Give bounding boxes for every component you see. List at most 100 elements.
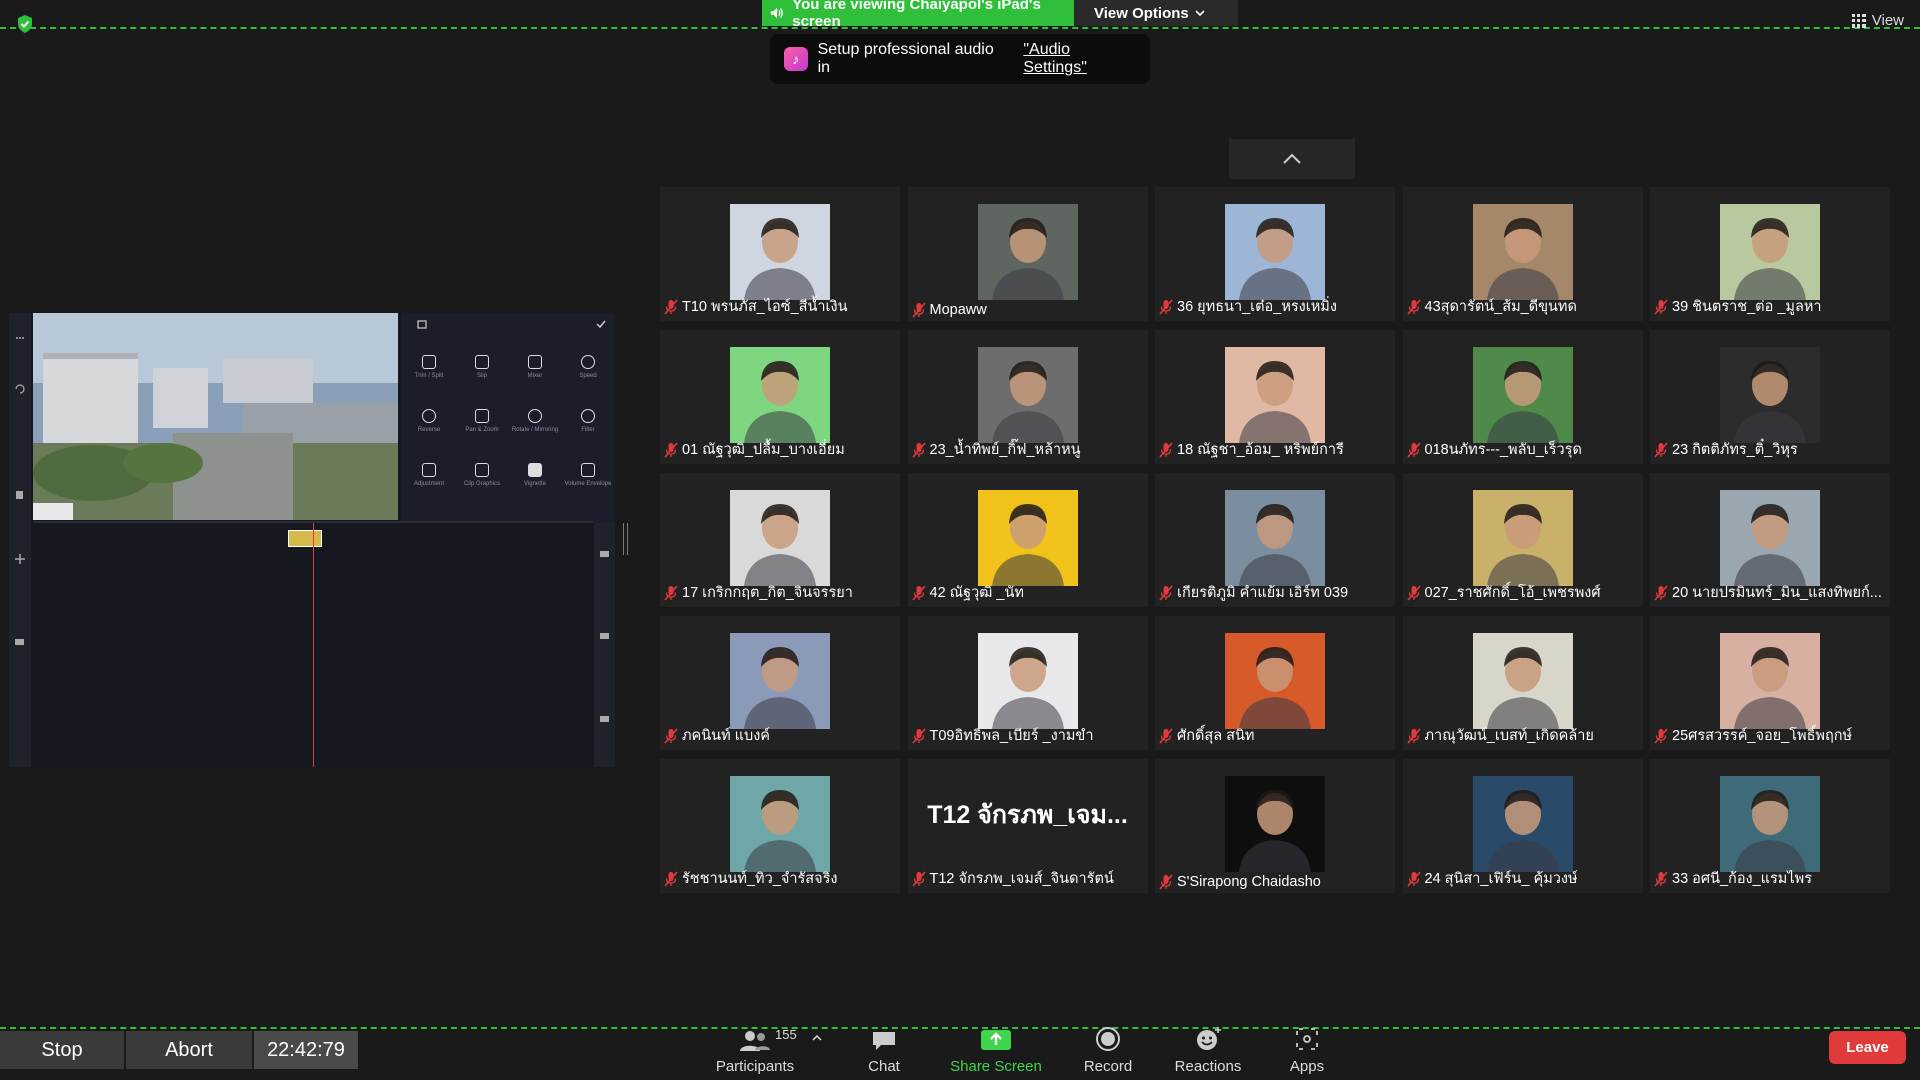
reactions-button[interactable]: Reactions	[1170, 1024, 1246, 1080]
apps-button[interactable]: Apps	[1285, 1024, 1329, 1080]
participant-video	[1472, 204, 1573, 300]
chat-label: Chat	[868, 1058, 900, 1075]
timeline-playhead[interactable]	[313, 523, 314, 767]
participant-tile[interactable]: รัชชานนท์_ทิว_จำรัสจริง	[660, 759, 900, 893]
participant-tile[interactable]: 39 ชินตราช_ต่อ _มูลหา	[1650, 187, 1890, 321]
participant-name-bar: 42 ณัฐวุฒิ _นัท	[911, 581, 1024, 604]
mic-muted-icon	[1159, 727, 1173, 744]
participant-tile[interactable]: S'Sirapong Chaidasho	[1155, 759, 1395, 893]
participants-count: 155	[775, 1027, 797, 1042]
shield-icon[interactable]	[16, 14, 34, 34]
participant-video	[730, 776, 830, 872]
share-resize-handle[interactable]	[623, 523, 628, 555]
participant-name-bar: ศักดิ์สุล สนิท	[1159, 724, 1254, 747]
participant-tile[interactable]: 18 ณัฐชา_อ้อม_ หริพย์การี	[1155, 330, 1395, 464]
mic-muted-icon	[1654, 584, 1668, 601]
mic-muted-icon	[1406, 727, 1421, 744]
participant-tile[interactable]: 20 นายปรมินทร์_มิน_แสงทิพยก์...	[1650, 473, 1890, 607]
viewing-banner: You are viewing Chaiyapol's iPad's scree…	[762, 0, 1074, 30]
participant-tile[interactable]: T12 จักรภพ_เจม... T12 จักรภพ_เจมส์_จินดาร…	[907, 759, 1148, 893]
chat-button[interactable]: Chat	[864, 1024, 904, 1080]
tool-mixer[interactable]: Mixer	[510, 355, 560, 379]
view-button[interactable]: View	[1851, 12, 1904, 29]
tool-adjustment[interactable]: Adjustment	[404, 463, 454, 487]
participant-name: S'Sirapong Chaidasho	[1177, 874, 1321, 890]
shared-screen: Trim / Split Slip Mixer Speed Reverse Pa…	[9, 313, 615, 767]
participant-name-bar: 027_ราชศักดิ์_โอ้_เพชรพงศ์	[1406, 581, 1601, 604]
tool-speed[interactable]: Speed	[563, 355, 613, 379]
participant-tile[interactable]: ภาณุวัฒน์_เบสท์_เกิดคล้าย	[1402, 616, 1643, 750]
participant-video	[1472, 633, 1573, 729]
participant-name-bar: ภคนินท์ แบงค์	[664, 724, 770, 747]
participant-tile[interactable]: 36 ยุทธนา_เต๋อ_หรงเหมิ่ง	[1155, 187, 1395, 321]
participant-tile[interactable]: 027_ราชศักดิ์_โอ้_เพชรพงศ์	[1402, 473, 1643, 607]
participant-tile[interactable]: 23_น้ำทิพย์_กิ๊ฟ_หล้าหนู	[907, 330, 1148, 464]
participant-name-bar: 39 ชินตราช_ต่อ _มูลหา	[1654, 295, 1822, 318]
participant-name: รัชชานนท์_ทิว_จำรัสจริง	[682, 871, 838, 887]
participant-tile[interactable]: 42 ณัฐวุฒิ _นัท	[907, 473, 1148, 607]
mic-muted-icon	[1406, 298, 1421, 315]
participant-name: 39 ชินตราช_ต่อ _มูลหา	[1672, 299, 1822, 315]
mic-muted-icon	[664, 441, 678, 458]
tool-volume-envelope[interactable]: Volume Envelope	[563, 463, 613, 487]
participant-tile[interactable]: 018นภัทร---_พลับ_เร็วรุด	[1402, 330, 1643, 464]
participant-video	[977, 633, 1078, 729]
participants-caret[interactable]	[812, 1030, 822, 1044]
gallery-scroll-up-button[interactable]	[1229, 139, 1355, 179]
participant-tile[interactable]: เกียรติภูมิ คำแย้ม เอิร์ท 039	[1155, 473, 1395, 607]
participant-tile[interactable]: 01 ณัฐวุฒิ_ปลื้ม_บางเอี่ยม	[660, 330, 900, 464]
tool-trim-split[interactable]: Trim / Split	[404, 355, 454, 379]
participant-tile[interactable]: ภคนินท์ แบงค์	[660, 616, 900, 750]
leave-button[interactable]: Leave	[1829, 1031, 1906, 1064]
participant-video	[1225, 204, 1325, 300]
participant-tile[interactable]: 23 กิตติภัทร_ติ๋_วิหุร	[1650, 330, 1890, 464]
abort-recording-button[interactable]: Abort	[126, 1031, 252, 1069]
tool-pan-zoom[interactable]: Pan & Zoom	[457, 409, 507, 433]
editor-left-rail	[9, 313, 31, 767]
tool-filter[interactable]: Filter	[563, 409, 613, 433]
participant-name-bar: รัชชานนท์_ทิว_จำรัสจริง	[664, 867, 837, 890]
participant-tile[interactable]: T09อิทธิพล_เบียร์ _งามขำ	[907, 616, 1148, 750]
mic-muted-icon	[1654, 441, 1668, 458]
participant-name: T10 พรนภัส_ไอซ์_สีน้ำเงิน	[682, 299, 848, 315]
participant-video	[1472, 347, 1573, 443]
participant-name: 18 ณัฐชา_อ้อม_ หริพย์การี	[1177, 442, 1344, 458]
participant-tile[interactable]: Mopaww	[907, 187, 1148, 321]
participant-name-bar: 23_น้ำทิพย์_กิ๊ฟ_หล้าหนู	[911, 438, 1081, 461]
mic-muted-icon	[664, 584, 678, 601]
share-screen-label: Share Screen	[950, 1058, 1042, 1075]
participant-tile[interactable]: T10 พรนภัส_ไอซ์_สีน้ำเงิน	[660, 187, 900, 321]
participant-name-bar: S'Sirapong Chaidasho	[1159, 874, 1321, 890]
participant-name-bar: 36 ยุทธนา_เต๋อ_หรงเหมิ่ง	[1159, 295, 1337, 318]
participant-tile[interactable]: 43สุดารัตน์_ส้ม_ดีขุนทด	[1402, 187, 1643, 321]
mic-muted-icon	[1159, 298, 1173, 315]
participant-tile[interactable]: 25ศรสวรรค์_จอย_โพธิ์พฤกษ์	[1650, 616, 1890, 750]
tool-vignette[interactable]: Vignette	[510, 463, 560, 487]
stop-recording-button[interactable]: Stop	[0, 1031, 124, 1069]
participant-tile[interactable]: 17 เกริกกฤต_กิต_จินจรรยา	[660, 473, 900, 607]
tool-rotate-mirroring[interactable]: Rotate / Mirroring	[510, 409, 560, 433]
tool-clip-graphics[interactable]: Clip Graphics	[457, 463, 507, 487]
audio-settings-link[interactable]: "Audio Settings"	[1023, 41, 1136, 77]
tool-reverse[interactable]: Reverse	[404, 409, 454, 433]
mic-muted-icon	[1654, 727, 1668, 744]
share-screen-button[interactable]: Share Screen	[946, 1024, 1046, 1080]
participant-tile[interactable]: ศักดิ์สุล สนิท	[1155, 616, 1395, 750]
participant-name: 20 นายปรมินทร์_มิน_แสงทิพยก์...	[1672, 585, 1882, 601]
chat-icon	[873, 1032, 895, 1050]
participant-tile[interactable]: 24 สุนิสา_เฟิร์น_ คุ้มวงษ์	[1402, 759, 1643, 893]
timeline-clip[interactable]	[288, 530, 322, 547]
view-options-label: View Options	[1094, 4, 1189, 22]
participant-video	[730, 204, 830, 300]
view-options-button[interactable]: View Options	[1074, 0, 1238, 26]
participant-tile[interactable]: 33 อศนี_ก้อง_แรมไพร	[1650, 759, 1890, 893]
participant-name: 42 ณัฐวุฒิ _นัท	[929, 585, 1024, 601]
participant-name-bar: 33 อศนี_ก้อง_แรมไพร	[1654, 867, 1812, 890]
participant-video	[1225, 490, 1325, 586]
record-button[interactable]: Record	[1080, 1024, 1136, 1080]
participant-name: 027_ราชศักดิ์_โอ้_เพชรพงศ์	[1424, 585, 1601, 601]
mic-muted-icon	[911, 441, 926, 458]
tool-slip[interactable]: Slip	[457, 355, 507, 379]
participant-name-bar: 43สุดารัตน์_ส้ม_ดีขุนทด	[1406, 295, 1577, 318]
record-label: Record	[1083, 1058, 1133, 1075]
